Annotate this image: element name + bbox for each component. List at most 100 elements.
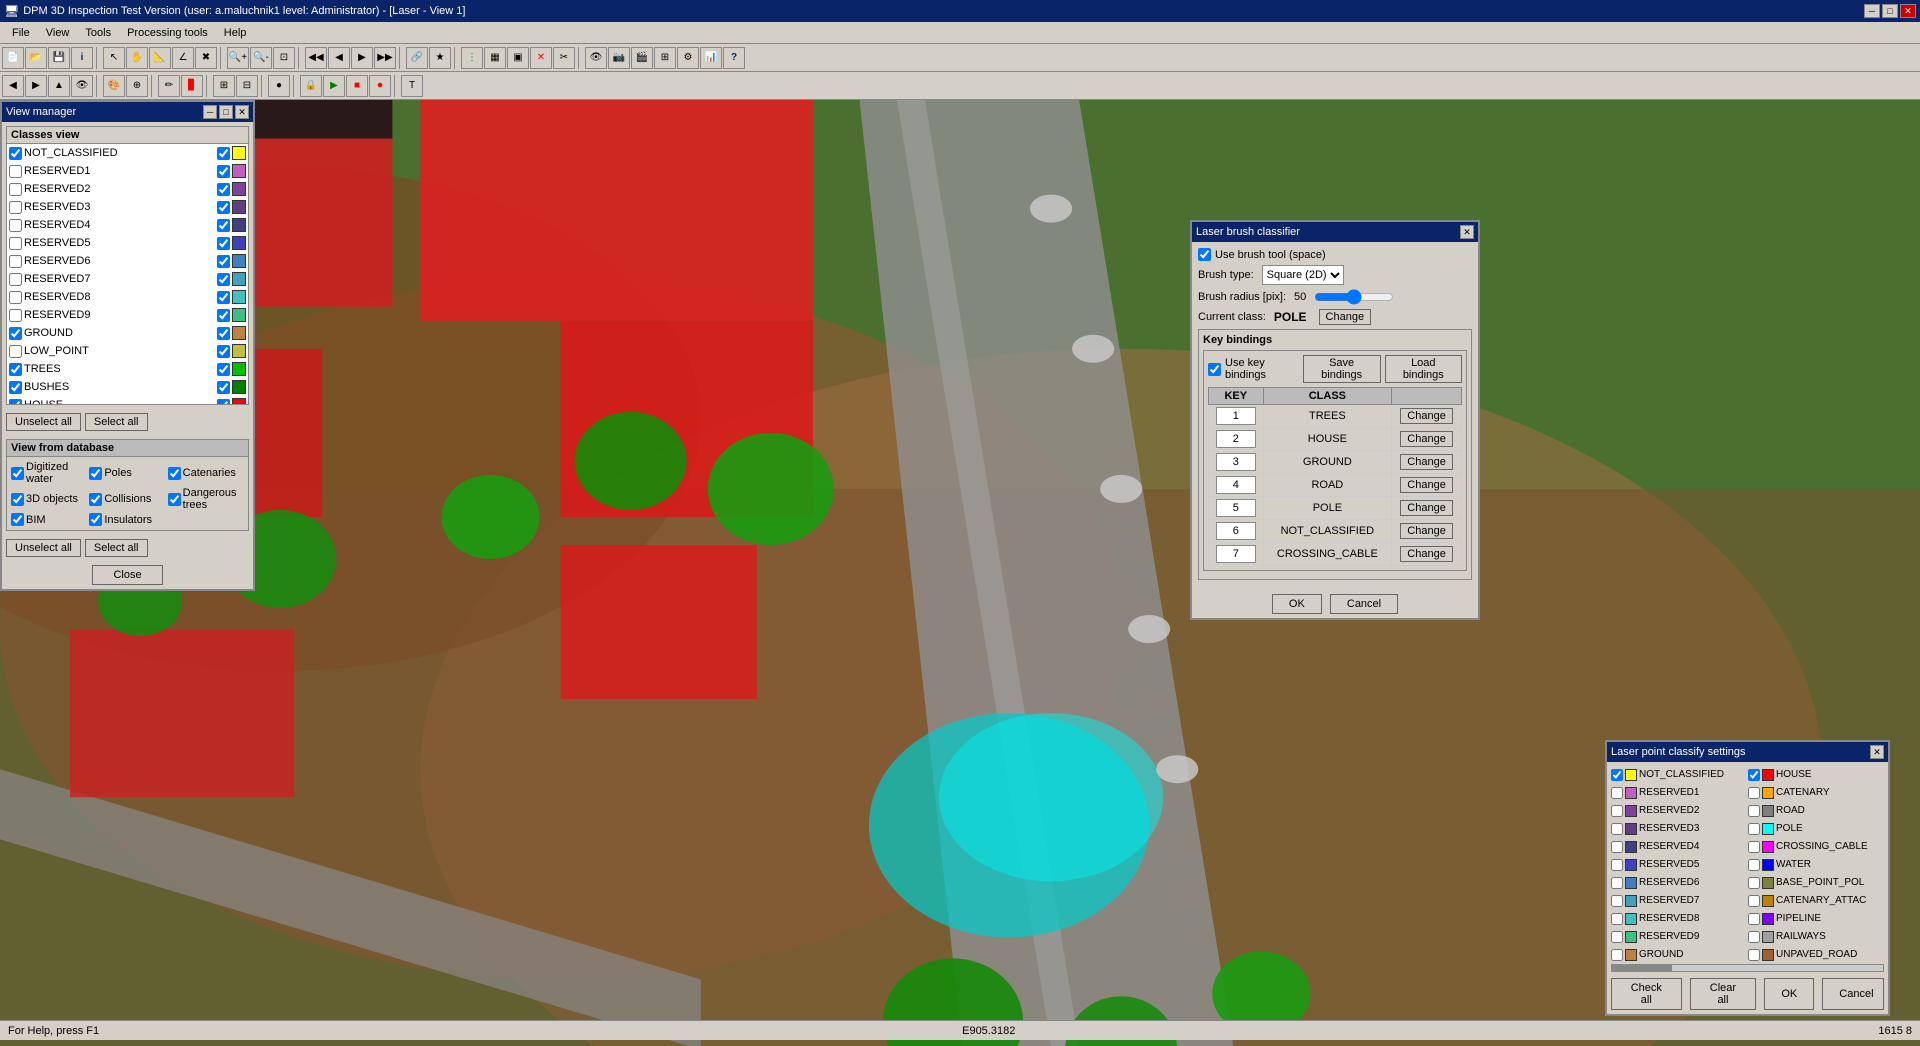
classify-checkbox-5[interactable] [1748, 805, 1760, 817]
chart-btn[interactable]: 📊 [700, 47, 722, 69]
brush-type-select[interactable]: Square (2D) [1262, 265, 1344, 285]
text-btn[interactable]: T [401, 75, 423, 97]
key-input-3[interactable] [1216, 476, 1256, 494]
zoom-in-btn[interactable]: 🔍+ [227, 47, 249, 69]
class-checkbox-6[interactable] [9, 255, 22, 268]
menu-file[interactable]: File [4, 25, 38, 41]
db-item-checkbox-4[interactable] [89, 493, 102, 506]
classify-ok-btn[interactable]: OK [1764, 978, 1814, 1010]
classify-checkbox-10[interactable] [1611, 859, 1623, 871]
binding-change-btn-6[interactable]: Change [1400, 546, 1453, 562]
cross-btn[interactable]: ✕ [530, 47, 552, 69]
class-vis-checkbox-5[interactable] [217, 237, 230, 250]
class-checkbox-13[interactable] [9, 381, 22, 394]
unselect-all-classes-btn[interactable]: Unselect all [6, 413, 81, 431]
view-panel[interactable]: 17.49 Segment 21.49 View manager ─ □ ✕ C… [0, 100, 1920, 1046]
lock-btn[interactable]: 🔒 [300, 75, 322, 97]
classify-scrollbar[interactable] [1611, 964, 1884, 972]
circle-btn[interactable]: ● [268, 75, 290, 97]
classify-checkbox-16[interactable] [1611, 913, 1623, 925]
class-vis-checkbox-8[interactable] [217, 291, 230, 304]
class-vis-checkbox-6[interactable] [217, 255, 230, 268]
select-all-classes-btn[interactable]: Select all [85, 413, 148, 431]
star-btn[interactable]: ★ [429, 47, 451, 69]
classify-checkbox-3[interactable] [1748, 787, 1760, 799]
rec-btn[interactable]: ⏺ [369, 75, 391, 97]
class-checkbox-9[interactable] [9, 309, 22, 322]
binding-change-btn-2[interactable]: Change [1400, 454, 1453, 470]
classify-checkbox-0[interactable] [1611, 769, 1623, 781]
use-key-bindings-checkbox[interactable] [1208, 363, 1221, 376]
class-checkbox-11[interactable] [9, 345, 22, 358]
class-vis-checkbox-2[interactable] [217, 183, 230, 196]
binding-change-btn-5[interactable]: Change [1400, 523, 1453, 539]
new-btn[interactable]: 📄 [2, 47, 24, 69]
grid-btn[interactable]: ⊞ [654, 47, 676, 69]
laser-brush-close-btn[interactable]: ✕ [1460, 225, 1474, 239]
db-item-checkbox-5[interactable] [168, 493, 181, 506]
laser-classify-close-btn[interactable]: ✕ [1870, 745, 1884, 759]
camera-btn[interactable]: 📷 [608, 47, 630, 69]
stop-btn[interactable]: ■ [346, 75, 368, 97]
prev-btn[interactable]: ◀◀ [305, 47, 327, 69]
class-vis-checkbox-14[interactable] [217, 399, 230, 405]
key-input-1[interactable] [1216, 430, 1256, 448]
key-input-6[interactable] [1216, 545, 1256, 563]
class-vis-checkbox-9[interactable] [217, 309, 230, 322]
key-input-2[interactable] [1216, 453, 1256, 471]
clear-all-btn[interactable]: Clear all [1690, 978, 1757, 1010]
classify-checkbox-17[interactable] [1748, 913, 1760, 925]
classify-checkbox-14[interactable] [1611, 895, 1623, 907]
class-checkbox-5[interactable] [9, 237, 22, 250]
laser3-btn[interactable]: ▣ [507, 47, 529, 69]
class-checkbox-7[interactable] [9, 273, 22, 286]
db-item-checkbox-6[interactable] [11, 513, 24, 526]
use-brush-checkbox[interactable] [1198, 248, 1211, 261]
class-vis-checkbox-0[interactable] [217, 147, 230, 160]
menu-tools[interactable]: Tools [77, 25, 119, 41]
save-btn[interactable]: 💾 [48, 47, 70, 69]
pan-btn[interactable]: ✋ [126, 47, 148, 69]
zoom-fit-btn[interactable]: ⊡ [273, 47, 295, 69]
classify-checkbox-20[interactable] [1611, 949, 1623, 961]
nav-back[interactable]: ◀ [2, 75, 24, 97]
open-btn[interactable]: 📂 [25, 47, 47, 69]
laser-brush-ok-btn[interactable]: OK [1272, 594, 1322, 614]
close-button[interactable]: ✕ [1900, 4, 1916, 18]
classify-checkbox-19[interactable] [1748, 931, 1760, 943]
class-checkbox-3[interactable] [9, 201, 22, 214]
classify-checkbox-4[interactable] [1611, 805, 1623, 817]
eye-btn[interactable]: 👁 [585, 47, 607, 69]
bar-btn[interactable]: ▊ [181, 75, 203, 97]
class-checkbox-10[interactable] [9, 327, 22, 340]
nav-fwd[interactable]: ▶ [25, 75, 47, 97]
depth-btn[interactable]: ⊕ [126, 75, 148, 97]
classify-checkbox-18[interactable] [1611, 931, 1623, 943]
fence-btn[interactable]: ⊞ [213, 75, 235, 97]
save-bindings-btn[interactable]: Save bindings [1303, 355, 1381, 383]
classify-cancel-btn[interactable]: Cancel [1822, 978, 1884, 1010]
classify-checkbox-1[interactable] [1748, 769, 1760, 781]
select-btn[interactable]: ↖ [103, 47, 125, 69]
measure-btn[interactable]: 📐 [149, 47, 171, 69]
maximize-button[interactable]: □ [1882, 4, 1898, 18]
brush-radius-slider[interactable] [1314, 289, 1394, 305]
menu-processing-tools[interactable]: Processing tools [119, 25, 216, 41]
laser-btn[interactable]: ⋮ [461, 47, 483, 69]
class-vis-checkbox-1[interactable] [217, 165, 230, 178]
db-item-checkbox-1[interactable] [89, 467, 102, 480]
menu-help[interactable]: Help [216, 25, 255, 41]
load-bindings-btn[interactable]: Load bindings [1385, 355, 1462, 383]
class-vis-checkbox-10[interactable] [217, 327, 230, 340]
laser-brush-cancel-btn[interactable]: Cancel [1330, 594, 1398, 614]
db-item-checkbox-0[interactable] [11, 467, 24, 480]
class-checkbox-1[interactable] [9, 165, 22, 178]
classify-checkbox-15[interactable] [1748, 895, 1760, 907]
unselect-all-db-btn[interactable]: Unselect all [6, 539, 81, 557]
classify-checkbox-13[interactable] [1748, 877, 1760, 889]
key-input-0[interactable] [1216, 407, 1256, 425]
play-btn[interactable]: ▶ [323, 75, 345, 97]
link-btn[interactable]: 🔗 [406, 47, 428, 69]
prev2-btn[interactable]: ◀ [328, 47, 350, 69]
info-btn[interactable]: i [71, 47, 93, 69]
